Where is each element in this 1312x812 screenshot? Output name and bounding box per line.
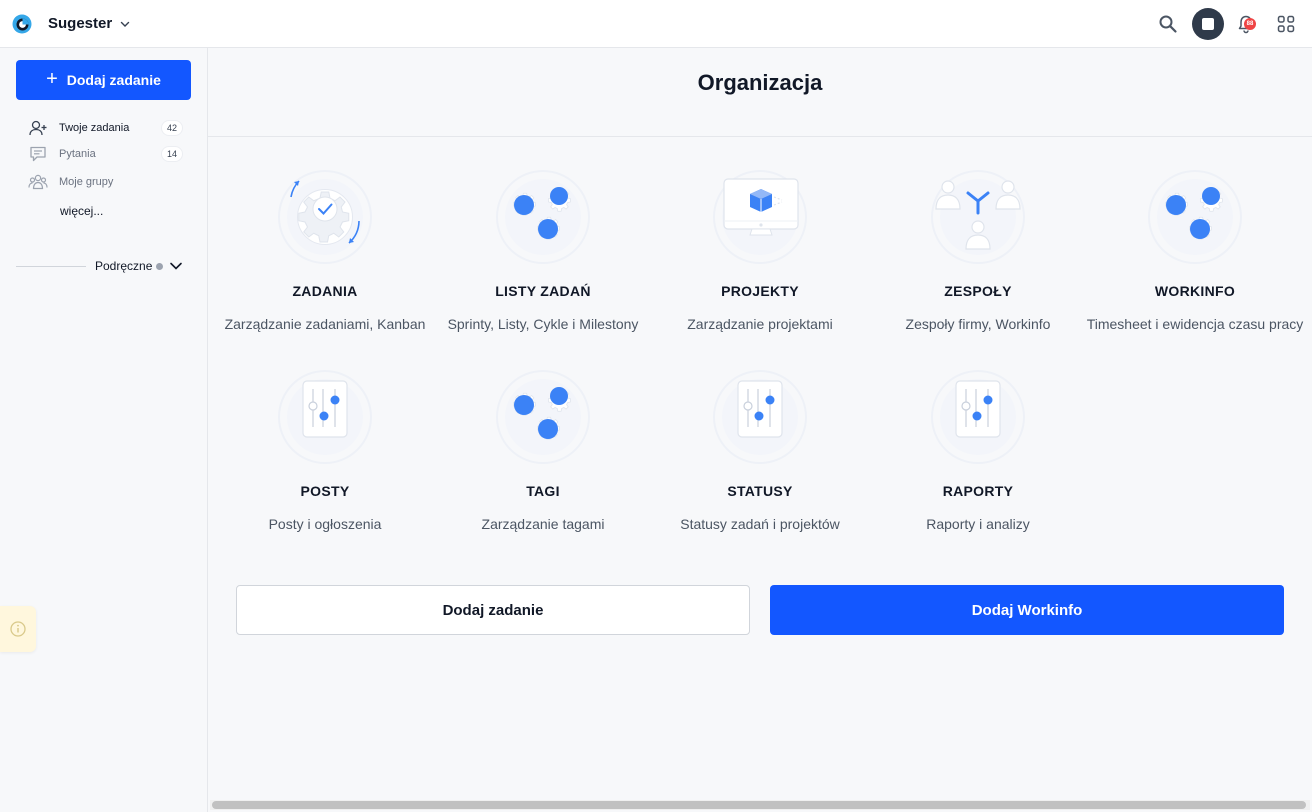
- sliders-icon: [713, 370, 807, 464]
- divider: [16, 265, 86, 267]
- user-plus-icon: [29, 120, 47, 136]
- status-dot: [156, 262, 164, 270]
- sidebar-item-my-groups[interactable]: Moje grupy: [28, 171, 184, 193]
- sidebar-item-label: Moje grupy: [59, 176, 114, 188]
- sugester-logo-icon: [12, 14, 32, 33]
- team-icon: [931, 170, 1025, 264]
- org-name: Sugester: [48, 15, 113, 32]
- tile-description: Statusy zadań i projektów: [680, 516, 840, 532]
- handy-label: Podręczne: [95, 259, 153, 273]
- apps-grid-icon[interactable]: [1277, 15, 1295, 33]
- tile-title: PROJEKTY: [721, 283, 799, 299]
- handy-section-toggle[interactable]: Podręczne: [16, 256, 192, 276]
- sidebar-item-label: Twoje zadania: [59, 122, 130, 134]
- tile-description: Zarządzanie projektami: [687, 316, 833, 332]
- tile-title: STATUSY: [727, 483, 793, 499]
- chevron-down-icon: [170, 262, 183, 270]
- tile-description: Raporty i analizy: [926, 516, 1030, 532]
- tile-raporty[interactable]: RAPORTY Raporty i analizy: [869, 369, 1087, 559]
- add-task-button[interactable]: + Dodaj zadanie: [16, 60, 191, 100]
- monitor-cube-icon: [713, 170, 807, 264]
- count-badge: 42: [162, 121, 182, 135]
- tile-zadania[interactable]: ZADANIA Zarządzanie zadaniami, Kanban: [216, 169, 434, 359]
- user-avatar[interactable]: [1192, 8, 1224, 40]
- tile-description: Zespoły firmy, Workinfo: [905, 316, 1051, 332]
- page-title: Organizacja: [697, 70, 823, 95]
- add-workinfo-button[interactable]: Dodaj Workinfo: [770, 585, 1284, 635]
- main-content: Organizacja ZADANIA Zarządzanie zadaniam…: [208, 48, 1312, 812]
- add-task-button-main[interactable]: Dodaj zadanie: [236, 585, 750, 635]
- tile-description: Sprinty, Listy, Cykle i Milestony: [447, 316, 639, 332]
- avatar-square-icon: [1202, 18, 1214, 30]
- gears-icon: [496, 370, 590, 464]
- tile-projekty[interactable]: PROJEKTY Zarządzanie projektami: [651, 169, 869, 359]
- group-icon: [28, 174, 48, 190]
- notification-badge: 88: [1244, 18, 1256, 30]
- tile-title: ZADANIA: [292, 283, 358, 299]
- top-bar: Sugester 88: [0, 0, 1312, 48]
- tile-zespoly[interactable]: ZESPOŁY Zespoły firmy, Workinfo: [869, 169, 1087, 359]
- header-divider: [208, 136, 1312, 137]
- tile-title: LISTY ZADAŃ: [495, 283, 591, 299]
- chat-bubble-icon: [30, 146, 46, 162]
- tile-description: Zarządzanie tagami: [481, 516, 605, 532]
- more-link[interactable]: więcej...: [60, 204, 103, 218]
- info-tab[interactable]: [0, 606, 36, 652]
- sidebar-item-questions[interactable]: Pytania 14: [28, 143, 184, 165]
- add-task-label: Dodaj zadanie: [66, 72, 161, 88]
- tile-title: WORKINFO: [1154, 283, 1236, 299]
- tile-title: TAGI: [526, 483, 560, 499]
- tile-title: POSTY: [300, 483, 350, 499]
- task-gear-icon: [278, 170, 372, 264]
- sidebar-item-your-tasks[interactable]: Twoje zadania 42: [28, 117, 184, 139]
- tile-description: Posty i ogłoszenia: [268, 516, 382, 532]
- sliders-icon: [931, 370, 1025, 464]
- scrollbar-thumb[interactable]: [212, 801, 1306, 809]
- info-icon: [10, 621, 26, 637]
- search-icon[interactable]: [1158, 14, 1178, 34]
- sidebar-item-label: Pytania: [59, 148, 96, 160]
- gears-icon: [1148, 170, 1242, 264]
- count-badge: 14: [162, 147, 182, 161]
- org-switcher[interactable]: Sugester: [12, 14, 130, 34]
- tile-statusy[interactable]: STATUSY Statusy zadań i projektów: [651, 369, 869, 559]
- tile-posty[interactable]: POSTY Posty i ogłoszenia: [216, 369, 434, 559]
- tile-description: Timesheet i ewidencja czasu pracy: [1086, 316, 1304, 332]
- sliders-icon: [278, 370, 372, 464]
- tile-workinfo[interactable]: WORKINFO Timesheet i ewidencja czasu pra…: [1086, 169, 1304, 359]
- tile-tagi[interactable]: TAGI Zarządzanie tagami: [434, 369, 652, 559]
- chevron-down-icon: [121, 21, 130, 27]
- tile-listy-zadan[interactable]: LISTY ZADAŃ Sprinty, Listy, Cykle i Mile…: [434, 169, 652, 359]
- gears-icon: [496, 170, 590, 264]
- tile-title: RAPORTY: [942, 483, 1014, 499]
- tile-description: Zarządzanie zadaniami, Kanban: [224, 316, 426, 332]
- tile-title: ZESPOŁY: [944, 283, 1012, 299]
- plus-icon: +: [46, 68, 58, 90]
- horizontal-scrollbar[interactable]: [210, 800, 1310, 810]
- sidebar: + Dodaj zadanie Twoje zadania 42 Pytania…: [0, 48, 208, 812]
